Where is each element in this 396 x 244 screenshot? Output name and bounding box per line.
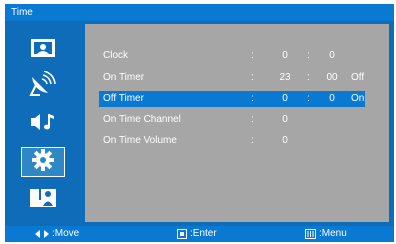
on-timer-hour-value: 23	[279, 72, 291, 83]
row-colon: :	[251, 135, 254, 146]
category-sidebar	[11, 23, 77, 221]
enter-key-icon	[177, 229, 187, 239]
sidebar-item-sound[interactable]	[21, 109, 65, 139]
move-hint-label: :Move	[52, 228, 80, 239]
sidebar-item-channel[interactable]	[21, 69, 65, 102]
enter-hint: :Enter	[177, 226, 217, 242]
row-label: Off Timer	[103, 93, 144, 104]
on-time-volume-value: 0	[282, 135, 288, 146]
row-label: On Time Channel	[103, 114, 181, 125]
off-timer-hour-value: 0	[282, 93, 288, 104]
time-separator: :	[307, 72, 310, 83]
time-separator: :	[307, 50, 310, 61]
clock-minute-value: 0	[329, 50, 335, 61]
sound-icon	[29, 111, 57, 138]
menu-hint-label: :Menu	[319, 228, 347, 239]
person-icon	[28, 186, 58, 215]
on-timer-state-value: Off	[351, 72, 365, 83]
menu-row-on-timer[interactable]: On Timer : 23 : 00 Off	[99, 70, 365, 86]
time-menu-window: Time Clock: 0: 0 On Timer: 23: 00 Of…	[5, 4, 394, 242]
satellite-dish-icon	[28, 69, 58, 102]
row-label: On Time Volume	[103, 135, 177, 146]
sidebar-item-setup[interactable]	[21, 147, 65, 177]
row-label: On Timer	[103, 72, 145, 83]
row-colon: :	[251, 72, 254, 83]
enter-hint-label: :Enter	[190, 228, 217, 239]
row-colon: :	[251, 50, 254, 61]
menu-row-clock[interactable]: Clock : 0 : 0	[99, 48, 365, 64]
picture-icon	[30, 38, 56, 63]
clock-hour-value: 0	[282, 50, 288, 61]
row-label: Clock	[103, 50, 129, 61]
row-colon: :	[251, 93, 254, 104]
menu-row-on-time-channel[interactable]: On Time Channel : 0	[99, 112, 365, 128]
off-timer-state-value: On	[351, 93, 365, 104]
sidebar-item-picture[interactable]	[21, 35, 65, 65]
row-colon: :	[251, 114, 254, 125]
on-timer-minute-value: 00	[326, 72, 338, 83]
move-hint: :Move	[35, 226, 79, 242]
time-separator: :	[307, 93, 310, 104]
time-settings-panel: Clock : 0 : 0 On Timer : 23 : 00 Off Off…	[85, 24, 389, 222]
off-timer-minute-value: 0	[329, 93, 335, 104]
on-time-channel-value: 0	[282, 114, 288, 125]
window-title: Time	[5, 4, 394, 21]
menu-hint: :Menu	[305, 226, 347, 242]
menu-key-icon	[305, 229, 316, 239]
menu-row-off-timer[interactable]: Off Timer : 0 : 0 On	[99, 91, 365, 107]
sidebar-item-function[interactable]	[21, 185, 65, 215]
key-hint-bar: :Move :Enter :Menu	[5, 226, 394, 242]
menu-row-on-time-volume[interactable]: On Time Volume : 0	[99, 133, 365, 149]
gear-icon	[31, 148, 55, 177]
left-right-arrows-icon	[35, 229, 49, 239]
